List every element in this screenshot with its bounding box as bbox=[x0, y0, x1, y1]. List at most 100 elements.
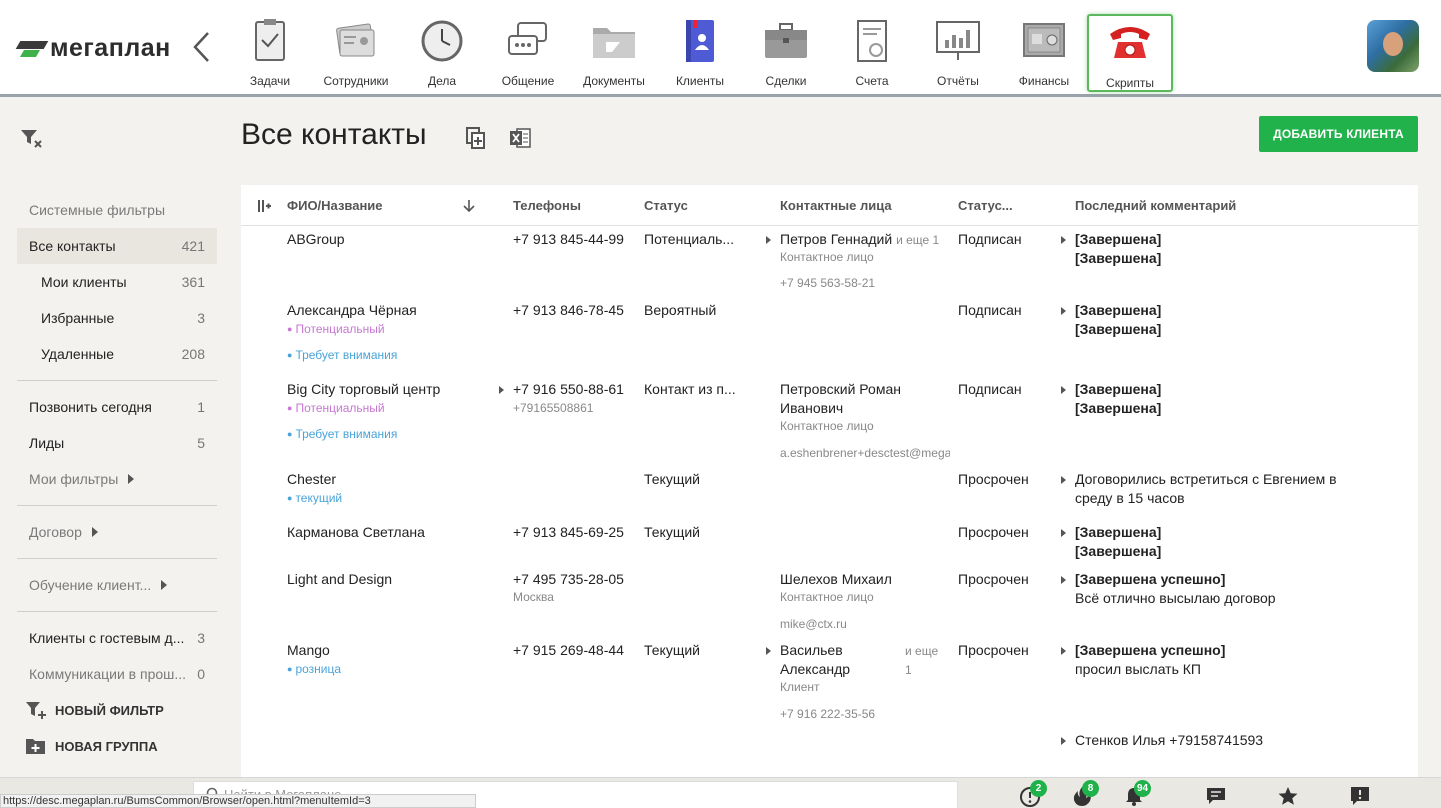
expand-caret-icon[interactable] bbox=[1061, 307, 1066, 315]
row-comment: [Завершена успешно] bbox=[1075, 642, 1226, 658]
sidebar-item-contract[interactable]: Договор bbox=[17, 514, 217, 550]
row-name[interactable]: Light and Design bbox=[287, 570, 392, 589]
sidebar-item-my-clients[interactable]: Мои клиенты 361 bbox=[17, 264, 217, 300]
nav-item-tasks[interactable]: Задачи bbox=[227, 14, 313, 92]
chevron-left-icon[interactable] bbox=[190, 30, 214, 64]
row-phone[interactable]: +7 913 845-44-99 bbox=[513, 230, 624, 249]
row-phone[interactable]: +7 913 846-78-45 bbox=[513, 301, 624, 320]
alerts-button[interactable]: 2 bbox=[1019, 780, 1047, 807]
nav-item-clients[interactable]: Клиенты bbox=[657, 14, 743, 92]
copy-add-icon[interactable] bbox=[465, 126, 487, 150]
row-contact[interactable]: Шелехов Михаил bbox=[780, 570, 892, 589]
column-header-name[interactable]: ФИО/Название bbox=[287, 198, 383, 213]
column-header-phones[interactable]: Телефоны bbox=[513, 198, 581, 213]
megaplan-logo[interactable]: мегаплан bbox=[18, 34, 171, 63]
row-contact-more[interactable]: и еще 1 bbox=[905, 642, 947, 680]
row-phone[interactable]: +7 495 735-28-05 bbox=[513, 570, 624, 589]
expand-caret-icon[interactable] bbox=[1061, 476, 1066, 484]
row-name[interactable]: ABGroup bbox=[287, 230, 345, 249]
sidebar-heading-system-filters: Системные фильтры bbox=[29, 202, 166, 218]
nav-label: Финансы bbox=[1018, 74, 1070, 88]
column-header-status[interactable]: Статус bbox=[644, 198, 688, 213]
notifications-button[interactable]: 94 bbox=[1123, 780, 1152, 807]
nav-label: Скрипты bbox=[1106, 76, 1154, 90]
row-comment: Договорились встретиться с Евгением в ср… bbox=[1075, 471, 1337, 506]
row-name[interactable]: Александра Чёрная bbox=[287, 301, 417, 320]
sidebar-item-communications[interactable]: Коммуникации в прош... 0 bbox=[17, 656, 217, 692]
expand-caret-icon[interactable] bbox=[1061, 386, 1066, 394]
report-chart-icon bbox=[936, 21, 980, 60]
sidebar-item-guest-clients[interactable]: Клиенты с гостевым д... 3 bbox=[17, 620, 217, 656]
row-contact[interactable]: Петровский Роман Иванович bbox=[780, 380, 940, 418]
row-tag: текущий bbox=[287, 490, 342, 507]
column-header-status2[interactable]: Статус... bbox=[958, 198, 1013, 213]
row-tag: Требует внимания bbox=[287, 426, 397, 443]
sidebar-item-my-filters[interactable]: Мои фильтры bbox=[17, 461, 217, 497]
nav-label: Дела bbox=[427, 74, 457, 88]
column-settings-icon[interactable] bbox=[257, 199, 271, 213]
filter-add-icon bbox=[26, 702, 46, 719]
excel-export-icon[interactable] bbox=[509, 126, 531, 150]
sidebar-item-call-today[interactable]: Позвонить сегодня 1 bbox=[17, 389, 217, 425]
expand-caret-icon[interactable] bbox=[766, 236, 771, 244]
nav-item-invoices[interactable]: Счета bbox=[829, 14, 915, 92]
expand-caret-icon[interactable] bbox=[1061, 737, 1066, 745]
expand-caret-icon[interactable] bbox=[1061, 576, 1066, 584]
row-name[interactable]: Mango bbox=[287, 641, 330, 660]
new-group-button[interactable]: НОВАЯ ГРУППА bbox=[17, 728, 217, 764]
row-name[interactable]: Big City торговый центр bbox=[287, 380, 440, 399]
sort-down-icon[interactable] bbox=[463, 199, 475, 213]
row-name[interactable]: Chester bbox=[287, 470, 336, 489]
filter-clear-icon[interactable] bbox=[20, 127, 42, 149]
hot-button[interactable]: 8 bbox=[1071, 780, 1099, 807]
row-phone[interactable]: +7 913 845-69-25 bbox=[513, 523, 624, 542]
employees-icon bbox=[336, 23, 375, 57]
sidebar-count: 208 bbox=[181, 346, 205, 362]
sidebar-item-deleted[interactable]: Удаленные 208 bbox=[17, 336, 217, 372]
expand-caret-icon[interactable] bbox=[766, 647, 771, 655]
row-tag: Потенциальный bbox=[287, 400, 384, 417]
row-phone[interactable]: +7 916 550-88-61 bbox=[513, 380, 624, 399]
sidebar-item-all-contacts[interactable]: Все контакты 421 bbox=[17, 228, 217, 264]
row-status2: Подписан bbox=[958, 302, 1022, 318]
row-phone[interactable]: +7 915 269-48-44 bbox=[513, 641, 624, 660]
favorites-button[interactable] bbox=[1277, 785, 1299, 807]
nav-label: Отчёты bbox=[937, 74, 979, 88]
nav-item-deals[interactable]: Сделки bbox=[743, 14, 829, 92]
notifications-badge: 94 bbox=[1134, 780, 1152, 797]
row-contact-role: Контактное лицо bbox=[780, 590, 874, 604]
nav-item-finance[interactable]: Финансы bbox=[1001, 14, 1087, 92]
message-icon bbox=[1207, 788, 1225, 804]
column-header-contacts[interactable]: Контактные лица bbox=[780, 198, 892, 213]
row-contact[interactable]: Васильев Александр bbox=[780, 641, 880, 679]
row-name[interactable]: Карманова Светлана bbox=[287, 523, 425, 542]
sidebar-item-leads[interactable]: Лиды 5 bbox=[17, 425, 217, 461]
row-contact[interactable]: Петров Геннадий и еще 1 bbox=[780, 230, 939, 250]
feedback-button[interactable] bbox=[1349, 785, 1371, 807]
nav-item-communication[interactable]: Общение bbox=[485, 14, 571, 92]
new-filter-button[interactable]: НОВЫЙ ФИЛЬТР bbox=[17, 692, 217, 728]
nav-item-documents[interactable]: Документы bbox=[571, 14, 657, 92]
expand-caret-icon[interactable] bbox=[1061, 529, 1066, 537]
expand-caret-icon[interactable] bbox=[499, 386, 504, 394]
table-header: ФИО/Название Телефоны Статус Контактные … bbox=[241, 185, 1418, 226]
nav-label: Документы bbox=[583, 74, 645, 88]
contacts-book-icon bbox=[686, 20, 714, 62]
row-contact-role: Клиент bbox=[780, 680, 820, 694]
nav-item-affairs[interactable]: Дела bbox=[399, 14, 485, 92]
expand-caret-icon[interactable] bbox=[1061, 647, 1066, 655]
expand-caret-icon[interactable] bbox=[1061, 236, 1066, 244]
column-header-comment[interactable]: Последний комментарий bbox=[1075, 198, 1236, 213]
sidebar-item-favorites[interactable]: Избранные 3 bbox=[17, 300, 217, 336]
sidebar-item-client-training[interactable]: Обучение клиент... bbox=[17, 567, 217, 603]
nav-item-reports[interactable]: Отчёты bbox=[915, 14, 1001, 92]
add-client-button[interactable]: ДОБАВИТЬ КЛИЕНТА bbox=[1259, 116, 1418, 152]
row-contact-role: Контактное лицо bbox=[780, 250, 874, 264]
messages-button[interactable] bbox=[1205, 785, 1227, 807]
nav-item-scripts[interactable]: Скрипты bbox=[1087, 14, 1173, 92]
logo-text: мегаплан bbox=[50, 34, 171, 62]
avatar[interactable] bbox=[1367, 20, 1419, 72]
nav-label: Сделки bbox=[765, 74, 807, 88]
nav-item-employees[interactable]: Сотрудники bbox=[313, 14, 399, 92]
chat-icon bbox=[508, 22, 547, 55]
